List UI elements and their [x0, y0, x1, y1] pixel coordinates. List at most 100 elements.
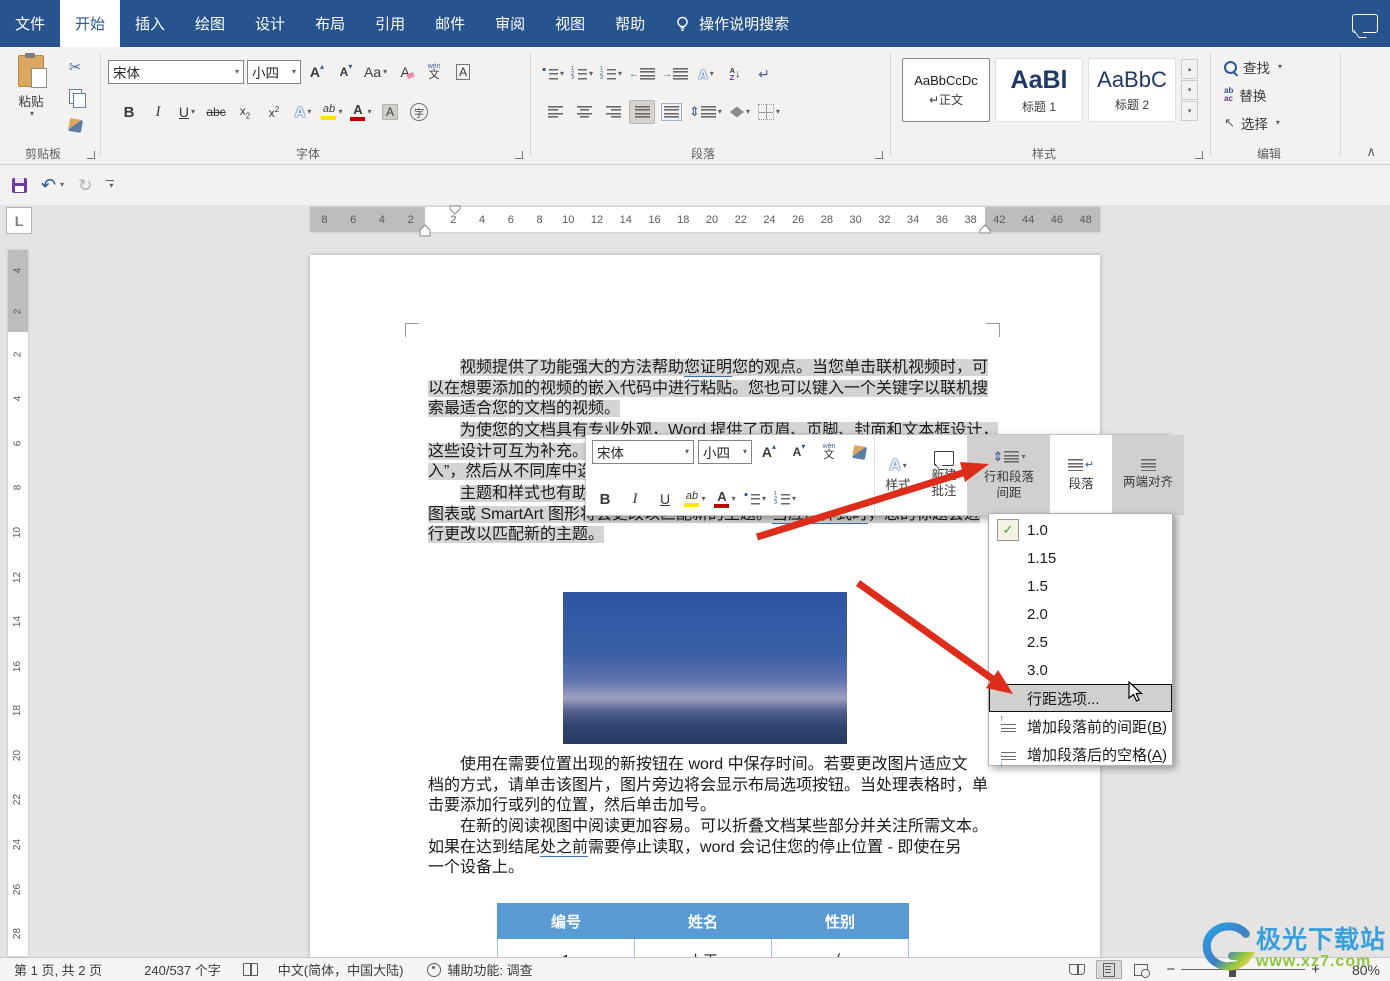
mini-styles-button[interactable]: A▾ 样式: [875, 435, 921, 515]
font-name-combo[interactable]: 宋体 ▾: [108, 60, 244, 84]
menu-item-line-spacing-options[interactable]: 行距选项...: [989, 684, 1172, 712]
shading-button[interactable]: ▾: [727, 100, 753, 124]
tab-view[interactable]: 视图: [540, 0, 600, 47]
justify-button[interactable]: [629, 100, 655, 124]
zoom-slider[interactable]: [1181, 969, 1305, 971]
menu-item-add-space-after[interactable]: ↓ 增加段落后的空格(A): [989, 740, 1172, 768]
grow-font-button[interactable]: A▴: [304, 60, 330, 84]
replace-button[interactable]: abac替换: [1224, 83, 1282, 107]
change-case-button[interactable]: Aa▾: [362, 60, 389, 84]
collapse-ribbon-icon[interactable]: ∧: [1366, 144, 1376, 160]
find-button[interactable]: 查找▾: [1224, 55, 1282, 79]
copy-button[interactable]: [62, 84, 88, 108]
tab-mailings[interactable]: 邮件: [420, 0, 480, 47]
styles-scroll-down-button[interactable]: ▾: [1181, 80, 1198, 100]
customize-qat-button[interactable]: ▾: [106, 180, 114, 191]
tab-help[interactable]: 帮助: [600, 0, 660, 47]
style-card-heading1[interactable]: AaBl 标题 1: [995, 58, 1083, 122]
accessibility-status[interactable]: 辅助功能: 调查: [447, 960, 532, 979]
menu-item-1-5[interactable]: 1.5: [989, 572, 1172, 600]
justify-active-button[interactable]: 两端对齐: [1112, 435, 1184, 515]
strikethrough-button[interactable]: abc: [203, 100, 229, 124]
paragraph-settings-button[interactable]: ↵ 段落: [1050, 435, 1112, 515]
mini-shrink-font-button[interactable]: A▾: [786, 440, 812, 464]
undo-button[interactable]: ↶▾: [41, 176, 64, 194]
numbering-button[interactable]: ▾: [569, 62, 595, 86]
first-line-indent-marker[interactable]: [449, 205, 461, 215]
menu-item-2-5[interactable]: 2.5: [989, 628, 1172, 656]
zoom-level[interactable]: 80%: [1328, 962, 1380, 978]
tab-stop-selector[interactable]: L: [6, 207, 32, 234]
subscript-button[interactable]: x2: [232, 100, 258, 124]
mini-italic-button[interactable]: I: [622, 487, 648, 511]
font-dialog-launcher-icon[interactable]: [515, 151, 523, 159]
menu-item-3-0[interactable]: 3.0: [989, 656, 1172, 684]
mini-format-painter-button[interactable]: [846, 440, 872, 464]
mini-font-name-combo[interactable]: 宋体 ▾: [592, 440, 694, 464]
show-marks-button[interactable]: ↵: [751, 62, 777, 86]
underline-button[interactable]: U▾: [174, 100, 200, 124]
styles-more-button[interactable]: ▾: [1181, 101, 1198, 121]
read-mode-button[interactable]: [1064, 960, 1090, 979]
clear-formatting-button[interactable]: A: [392, 60, 418, 84]
sort-button[interactable]: AZ↓: [722, 62, 748, 86]
cut-button[interactable]: ✂: [62, 55, 88, 79]
tab-layout[interactable]: 布局: [300, 0, 360, 47]
menu-item-1-0[interactable]: ✓ 1.0: [989, 516, 1172, 544]
save-button[interactable]: [12, 178, 27, 193]
word-count[interactable]: 240/537 个字: [144, 960, 221, 979]
mini-highlight-button[interactable]: ab▾: [682, 487, 708, 511]
paragraph[interactable]: 视频提供了功能强大的方法帮助您证明您的观点。当您单击联机视频时，可 以在想要添加…: [428, 358, 988, 420]
borders-button[interactable]: ▾: [756, 100, 782, 124]
line-spacing-button[interactable]: ⇕▾: [687, 100, 724, 124]
bold-button[interactable]: B: [116, 100, 142, 124]
bullets-button[interactable]: ▾: [540, 62, 566, 86]
multilevel-list-button[interactable]: ▾: [598, 62, 624, 86]
hanging-indent-marker[interactable]: [419, 224, 431, 238]
line-and-paragraph-spacing-button[interactable]: ⇕▾ 行和段落间距: [968, 435, 1050, 515]
styles-dialog-launcher-icon[interactable]: [1195, 151, 1203, 159]
mini-phonetic-button[interactable]: wén文: [816, 440, 842, 464]
mini-underline-button[interactable]: U: [652, 487, 678, 511]
format-painter-button[interactable]: [62, 113, 88, 137]
style-card-heading2[interactable]: AaBbC 标题 2: [1088, 58, 1176, 122]
page-indicator[interactable]: 第 1 页, 共 2 页: [14, 960, 102, 979]
mini-bullets-button[interactable]: ▾: [742, 487, 768, 511]
mini-font-size-combo[interactable]: 小四 ▾: [698, 440, 752, 464]
styles-scroll-up-button[interactable]: ▴: [1181, 59, 1198, 79]
font-color-button[interactable]: A▾: [348, 100, 374, 124]
phonetic-guide-button[interactable]: wén文: [421, 60, 447, 84]
tab-home[interactable]: 开始: [60, 0, 120, 47]
character-border-button[interactable]: A: [450, 60, 476, 84]
italic-button[interactable]: I: [145, 100, 171, 124]
vertical-ruler[interactable]: 42 246810121416182022242628: [8, 250, 28, 956]
tab-draw[interactable]: 绘图: [180, 0, 240, 47]
select-button[interactable]: ↖选择▾: [1224, 111, 1282, 135]
paragraph-dialog-launcher-icon[interactable]: [875, 151, 883, 159]
tell-me-search[interactable]: 操作说明搜索: [674, 0, 789, 47]
increase-indent-button[interactable]: →: [660, 62, 690, 86]
align-right-button[interactable]: [600, 100, 626, 124]
accessibility-icon[interactable]: [427, 963, 441, 977]
asian-layout-button[interactable]: A▾: [693, 62, 719, 86]
language-indicator[interactable]: 中文(简体，中国大陆): [278, 960, 404, 979]
align-center-button[interactable]: [571, 100, 597, 124]
zoom-in-button[interactable]: +: [1311, 961, 1320, 978]
clipboard-dialog-launcher-icon[interactable]: [87, 151, 95, 159]
font-size-combo[interactable]: 小四 ▾: [247, 60, 301, 84]
tab-design[interactable]: 设计: [240, 0, 300, 47]
shrink-font-button[interactable]: A▾: [333, 60, 359, 84]
paste-button[interactable]: 粘贴 ▾: [8, 55, 54, 118]
text-effects-button[interactable]: A▾: [290, 100, 316, 124]
text-highlight-button[interactable]: ab▾: [319, 100, 345, 124]
tab-file[interactable]: 文件: [0, 0, 60, 47]
distribute-button[interactable]: [658, 100, 684, 124]
menu-item-1-15[interactable]: 1.15: [989, 544, 1172, 572]
tab-review[interactable]: 审阅: [480, 0, 540, 47]
zoom-slider-thumb[interactable]: [1229, 962, 1236, 977]
mini-font-color-button[interactable]: A▾: [712, 487, 738, 511]
style-card-normal[interactable]: AaBbCcDc ↵正文: [902, 58, 990, 122]
mini-grow-font-button[interactable]: A▴: [756, 440, 782, 464]
proofing-icon[interactable]: [243, 963, 258, 976]
superscript-button[interactable]: x2: [261, 100, 287, 124]
